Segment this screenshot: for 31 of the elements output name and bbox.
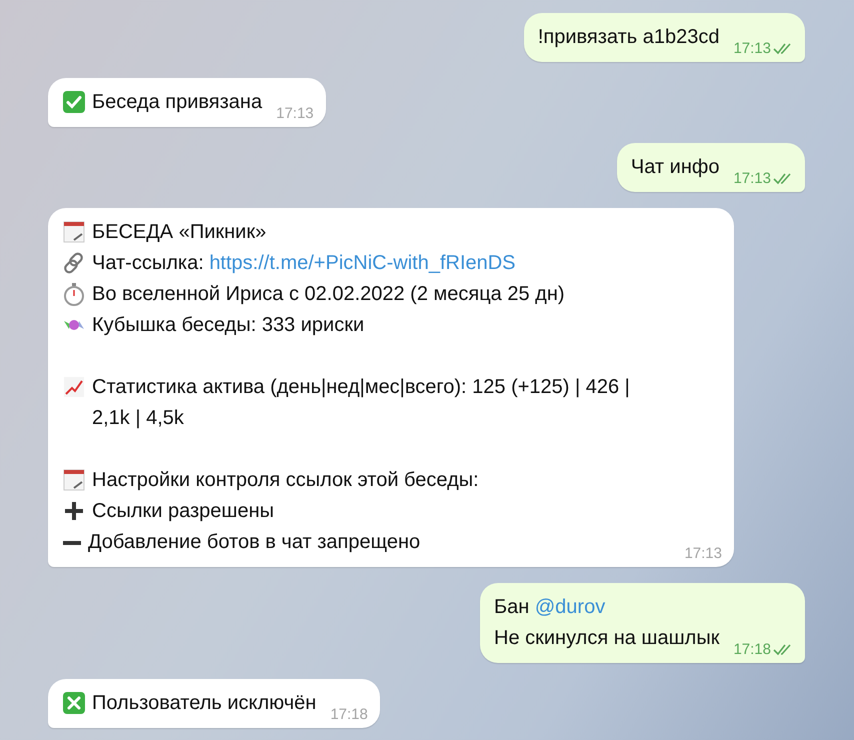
message-time: 17:13 — [733, 40, 771, 57]
message-time: 17:18 — [733, 641, 771, 658]
message-time: 17:13 — [684, 545, 722, 562]
minus-icon — [62, 541, 82, 545]
message-text: Беседа привязана — [92, 90, 262, 115]
message-text: БЕСЕДА «Пикник» — [92, 220, 266, 245]
notepad-icon — [62, 468, 86, 492]
notepad-icon — [62, 220, 86, 244]
message-text: Чат-ссылка: https://t.me/+PicNiC-with_fRIenDS — [92, 251, 516, 276]
message-text: Добавление ботов в чат запрещено — [88, 530, 420, 555]
link[interactable]: @durov — [534, 596, 606, 618]
message-text: Чат инфо — [630, 155, 720, 180]
message-text: Во вселенной Ириса с 02.02.2022 (2 месяца 25 дн) — [92, 282, 565, 307]
message-text: Статистика актива (день|нед|мес|всего): 125 (+125) | 426 | 2,1k | 4,5k — [92, 375, 631, 431]
checkmark-icon — [62, 90, 86, 114]
message-text: Ссылки разрешены — [92, 499, 274, 524]
message-text: Бан @durov — [494, 595, 606, 620]
message-text: Кубышка беседы: 333 ириски — [92, 313, 364, 338]
plus-icon — [62, 499, 86, 523]
message-time: 17:13 — [276, 105, 314, 122]
chain-icon — [62, 251, 86, 275]
message-time: 17:18 — [330, 706, 368, 723]
chart-icon — [62, 375, 86, 399]
link[interactable]: https://t.me/+PicNiC-with_fRIenDS — [209, 252, 516, 274]
message-text: Настройки контроля ссылок этой беседы: — [92, 468, 479, 493]
stopwatch-icon — [62, 282, 86, 306]
message-text: Не скинулся на шашлык — [494, 626, 720, 651]
message-time: 17:13 — [733, 170, 771, 187]
message-text: Пользователь исключён — [92, 691, 316, 716]
cross-icon — [62, 691, 86, 715]
message-text: !привязать a1b23cd — [538, 25, 720, 50]
